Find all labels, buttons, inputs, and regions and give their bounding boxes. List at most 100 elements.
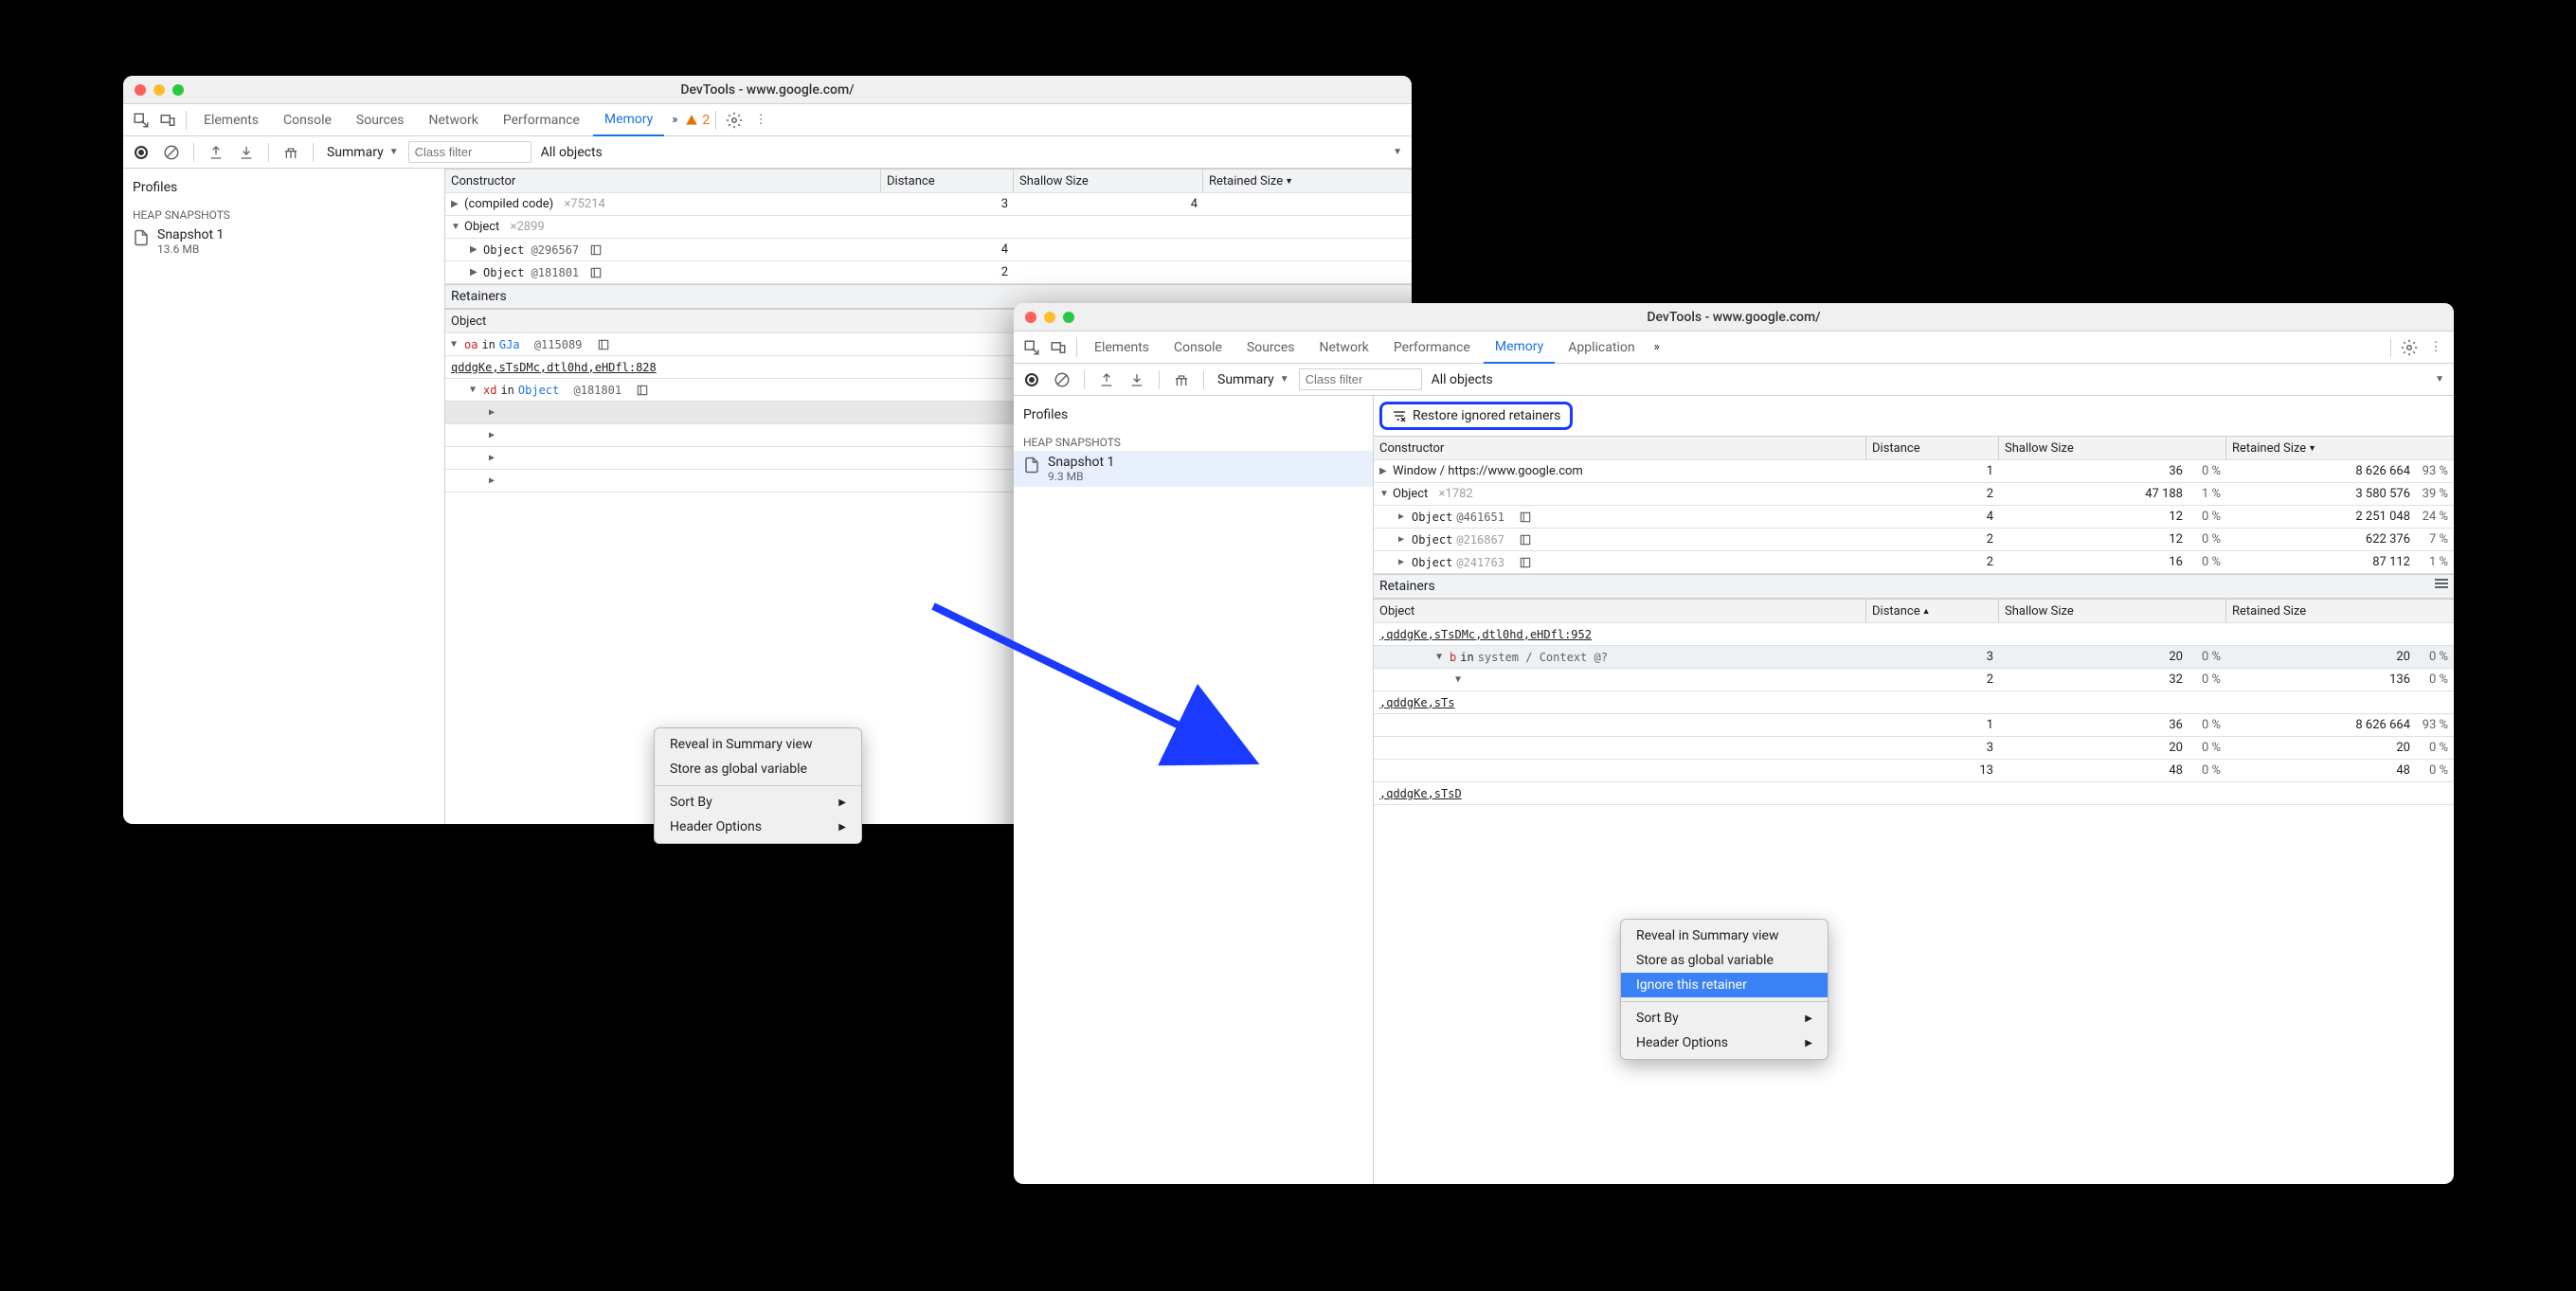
scope-select[interactable]: All objects ▼ [1428, 372, 2448, 387]
table-row[interactable]: 3 200 % 200 % [1374, 737, 2454, 760]
col-retained[interactable]: Retained Size▼ [2226, 437, 2454, 459]
table-row[interactable]: 13 480 % 480 % [1374, 760, 2454, 782]
tab-elements[interactable]: Elements [192, 104, 270, 136]
tab-sources[interactable]: Sources [345, 104, 416, 136]
menu-header-options[interactable]: Header Options▶ [1621, 1031, 1828, 1055]
menu-icon[interactable] [2435, 579, 2448, 594]
menu-sort-by[interactable]: Sort By▶ [1621, 1006, 1828, 1031]
table-row[interactable]: ▶(compiled code) ×75214 3 4 [445, 193, 1412, 216]
chevron-right-icon[interactable]: ▶ [489, 475, 498, 486]
chevron-down-icon[interactable]: ▼ [451, 339, 460, 350]
snapshot-item[interactable]: Snapshot 1 13.6 MB [123, 224, 444, 260]
table-row[interactable]: ▶Object @241763 2 160 % 87 1121 % [1374, 551, 2454, 574]
table-row[interactable]: 1 360 % 8 626 66493 % [1374, 714, 2454, 737]
tab-application[interactable]: Application [1557, 332, 1646, 364]
chevron-right-icon[interactable]: ▶ [1398, 557, 1408, 567]
tab-performance[interactable]: Performance [1382, 332, 1482, 364]
new-window-icon[interactable] [1519, 533, 1532, 547]
tab-memory[interactable]: Memory [593, 104, 664, 136]
kebab-icon[interactable]: ⋮ [748, 108, 773, 133]
chevron-right-icon[interactable]: ▶ [489, 407, 498, 418]
tab-memory[interactable]: Memory [1484, 332, 1555, 364]
chevron-down-icon[interactable]: ▼ [1379, 489, 1389, 499]
maximize-icon[interactable] [172, 84, 184, 96]
upload-icon[interactable] [204, 140, 228, 165]
chevron-down-icon[interactable]: ▼ [1455, 674, 1465, 685]
upload-icon[interactable] [1094, 368, 1119, 392]
menu-reveal-summary[interactable]: Reveal in Summary view [655, 732, 861, 757]
table-row[interactable]: ▼ 2 320 % 1360 % [1374, 669, 2454, 691]
tab-network[interactable]: Network [418, 104, 490, 136]
menu-reveal-summary[interactable]: Reveal in Summary view [1621, 923, 1828, 948]
col-constructor[interactable]: Constructor [445, 170, 881, 192]
context-menu[interactable]: Reveal in Summary view Store as global v… [1620, 919, 1828, 1060]
col-retained[interactable]: Retained Size [2226, 600, 2454, 622]
download-icon[interactable] [234, 140, 259, 165]
chevron-right-icon[interactable]: ▶ [470, 244, 479, 255]
chevron-down-icon[interactable]: ▼ [1436, 652, 1446, 662]
table-row[interactable]: ▶Object @296567 4 [445, 239, 1412, 261]
restore-ignored-retainers-button[interactable]: Restore ignored retainers [1379, 402, 1573, 430]
col-distance[interactable]: Distance [1866, 437, 1999, 459]
col-constructor[interactable]: Constructor [1374, 437, 1866, 459]
context-menu[interactable]: Reveal in Summary view Store as global v… [654, 727, 862, 844]
device-toggle-icon[interactable] [155, 108, 180, 133]
chevron-right-icon[interactable]: ▶ [470, 267, 479, 278]
chevron-right-icon[interactable]: ▶ [1398, 534, 1408, 545]
tab-network[interactable]: Network [1308, 332, 1380, 364]
table-row[interactable]: ▼b in system / Context @? 3 200 % 200 % [1374, 646, 2454, 669]
tab-overflow[interactable]: » [1648, 340, 1666, 354]
table-row[interactable]: ▼Object ×2899 [445, 216, 1412, 239]
menu-header-options[interactable]: Header Options▶ [655, 815, 861, 839]
kebab-icon[interactable]: ⋮ [2423, 335, 2448, 360]
col-object[interactable]: Object [1374, 600, 1866, 622]
new-window-icon[interactable] [597, 338, 610, 351]
traffic-lights[interactable] [135, 84, 184, 96]
minimize-icon[interactable] [1044, 312, 1055, 323]
table-row[interactable]: ,qddgKe,sTs [1374, 691, 2454, 714]
tab-elements[interactable]: Elements [1083, 332, 1161, 364]
table-row[interactable]: ▶Object @181801 2 [445, 261, 1412, 284]
source-link[interactable]: ,qddgKe,sTsDMc,dtl0hd,eHDfl:952 [1374, 623, 1866, 645]
view-select[interactable]: Summary ▼ [323, 145, 403, 160]
source-link[interactable]: ,qddgKe,sTsD [1374, 782, 1866, 804]
chevron-right-icon[interactable]: ▶ [489, 453, 498, 463]
scope-select[interactable]: All objects ▼ [537, 145, 1406, 160]
view-select[interactable]: Summary ▼ [1214, 372, 1293, 387]
device-toggle-icon[interactable] [1046, 335, 1071, 360]
chevron-down-icon[interactable]: ▼ [470, 385, 479, 395]
menu-ignore-retainer[interactable]: Ignore this retainer [1621, 973, 1828, 997]
col-shallow[interactable]: Shallow Size [1999, 437, 2226, 459]
close-icon[interactable] [135, 84, 146, 96]
table-row[interactable]: ▶Object @216867 2 120 % 622 3767 % [1374, 529, 2454, 551]
tab-console[interactable]: Console [1162, 332, 1234, 364]
col-distance[interactable]: Distance [881, 170, 1014, 192]
class-filter-input[interactable] [408, 141, 531, 163]
tab-console[interactable]: Console [272, 104, 343, 136]
tab-sources[interactable]: Sources [1235, 332, 1306, 364]
gear-icon[interactable] [722, 108, 747, 133]
class-filter-input[interactable] [1299, 368, 1422, 390]
minimize-icon[interactable] [153, 84, 165, 96]
snapshot-item[interactable]: Snapshot 1 9.3 MB [1014, 451, 1373, 487]
new-window-icon[interactable] [1519, 556, 1532, 569]
gear-icon[interactable] [2397, 335, 2422, 360]
new-window-icon[interactable] [1519, 511, 1532, 524]
source-link[interactable]: ,qddgKe,sTs [1374, 691, 1866, 713]
inspect-icon[interactable] [129, 108, 153, 133]
col-distance[interactable]: Distance▲ [1866, 600, 1999, 622]
tab-overflow[interactable]: » [666, 113, 683, 127]
table-row[interactable]: ▶Window / https://www.google.com 1 360 %… [1374, 460, 2454, 483]
record-button[interactable] [129, 140, 153, 165]
new-window-icon[interactable] [589, 266, 603, 279]
chevron-right-icon[interactable]: ▶ [489, 430, 498, 440]
warning-badge[interactable]: 2 [685, 113, 710, 128]
new-window-icon[interactable] [589, 243, 603, 257]
table-row[interactable]: ▼Object ×1782 2 47 1881 % 3 580 57639 % [1374, 483, 2454, 506]
gc-icon[interactable] [279, 140, 303, 165]
clear-icon[interactable] [159, 140, 184, 165]
col-shallow[interactable]: Shallow Size [1014, 170, 1203, 192]
new-window-icon[interactable] [636, 384, 649, 397]
chevron-down-icon[interactable]: ▼ [451, 222, 460, 232]
record-button[interactable] [1019, 368, 1044, 392]
